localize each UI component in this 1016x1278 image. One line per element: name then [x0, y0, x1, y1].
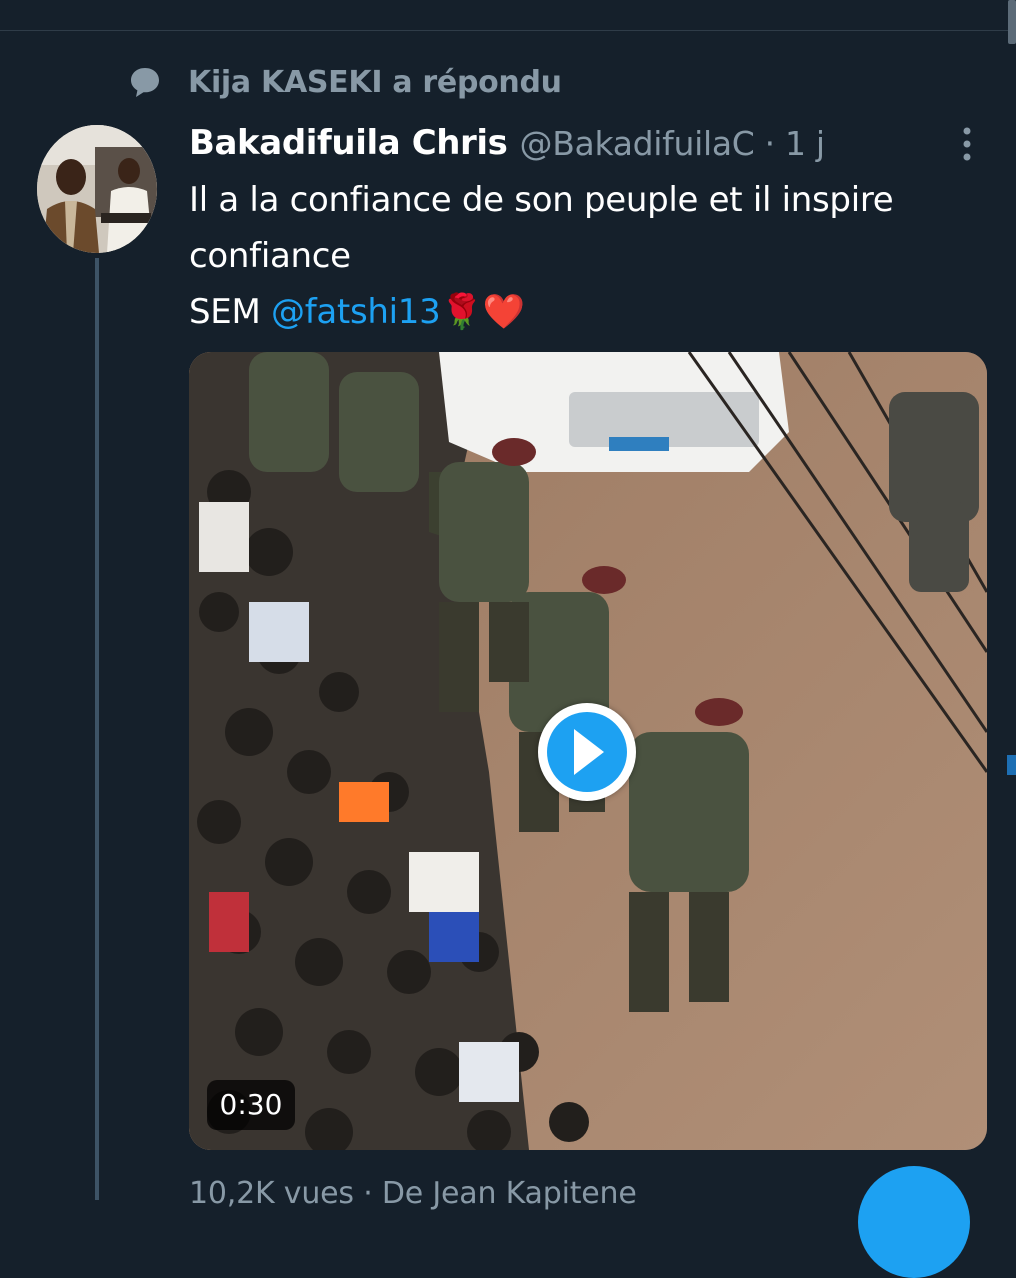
reply-context-text: Kija KASEKI a répondu: [188, 64, 562, 100]
speech-bubble-icon: [131, 68, 159, 97]
tweet-emoji: 🌹❤️: [440, 292, 525, 332]
video-duration-badge: 0:30: [207, 1080, 295, 1130]
handle-and-time[interactable]: @BakadifuilaC · 1 j: [520, 124, 826, 163]
tweet-header: Bakadifuila Chris @BakadifuilaC · 1 j: [189, 118, 825, 168]
tweet-text-prefix: SEM: [189, 292, 272, 332]
mention-link[interactable]: @fatshi13: [271, 292, 441, 332]
play-icon: [574, 729, 604, 775]
play-button[interactable]: [538, 703, 636, 801]
tweet-text-line: SEM @fatshi13🌹❤️: [189, 284, 989, 340]
tweet-text-line: confiance: [189, 236, 351, 276]
avatar[interactable]: [37, 125, 157, 253]
display-name[interactable]: Bakadifuila Chris: [189, 123, 508, 163]
top-divider: [0, 30, 1016, 31]
tweet-text-line: Il a la confiance de son peuple et il in…: [189, 180, 894, 220]
thread-line: [95, 258, 99, 1200]
avatar-photo: [37, 125, 157, 253]
scrollbar-thumb[interactable]: [1008, 0, 1016, 44]
compose-tweet-button[interactable]: [858, 1166, 970, 1278]
reply-context: Kija KASEKI a répondu: [128, 60, 562, 104]
view-count-and-source[interactable]: 10,2K vues · De Jean Kapitene: [189, 1176, 637, 1211]
more-options-icon[interactable]: [952, 124, 982, 164]
tweet-text: Il a la confiance de son peuple et il in…: [189, 172, 989, 340]
scroll-position-marker[interactable]: [1007, 755, 1016, 775]
